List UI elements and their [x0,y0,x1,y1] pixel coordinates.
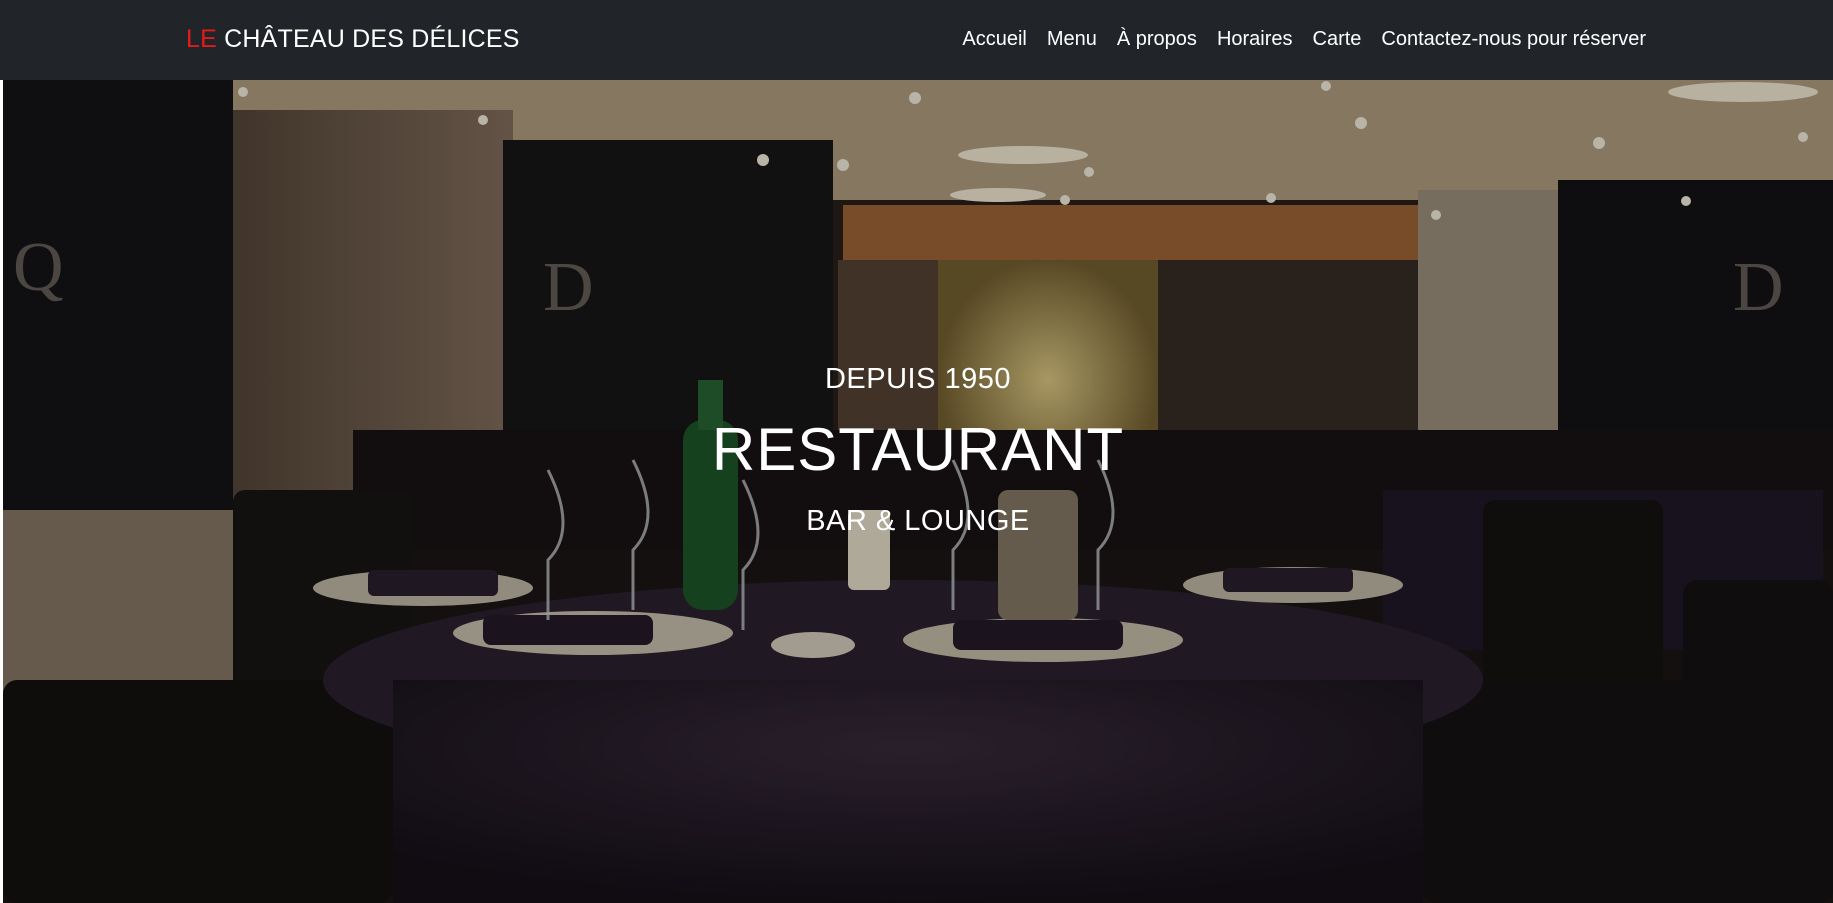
nav-link-horaires[interactable]: Horaires [1217,28,1293,50]
nav-link-accueil[interactable]: Accueil [962,28,1026,50]
brand-accent: LE [186,25,217,53]
nav-link-menu[interactable]: Menu [1047,28,1097,50]
hero-subtitle: BAR & LOUNGE [806,505,1030,537]
hero-section: Q D D DEPUIS 1950 RESTAURANT BAR & LOUNG… [3,80,1833,903]
nav-links: Accueil Menu À propos Horaires Carte Con… [962,28,1646,51]
hero-title: RESTAURANT [711,416,1125,483]
hero-eyebrow: DEPUIS 1950 [824,363,1012,395]
hero-text: DEPUIS 1950 RESTAURANT BAR & LOUNGE [3,80,1833,903]
page: LE CHÂTEAU DES DÉLICES Accueil Menu À pr… [0,0,1833,903]
nav-link-carte[interactable]: Carte [1313,28,1362,50]
navbar: LE CHÂTEAU DES DÉLICES Accueil Menu À pr… [0,0,1833,80]
nav-link-reserver[interactable]: Contactez-nous pour réserver [1381,28,1646,50]
nav-link-a-propos[interactable]: À propos [1117,28,1197,50]
brand-logo-link[interactable]: LE CHÂTEAU DES DÉLICES [186,25,520,54]
brand-name: CHÂTEAU DES DÉLICES [216,25,520,53]
